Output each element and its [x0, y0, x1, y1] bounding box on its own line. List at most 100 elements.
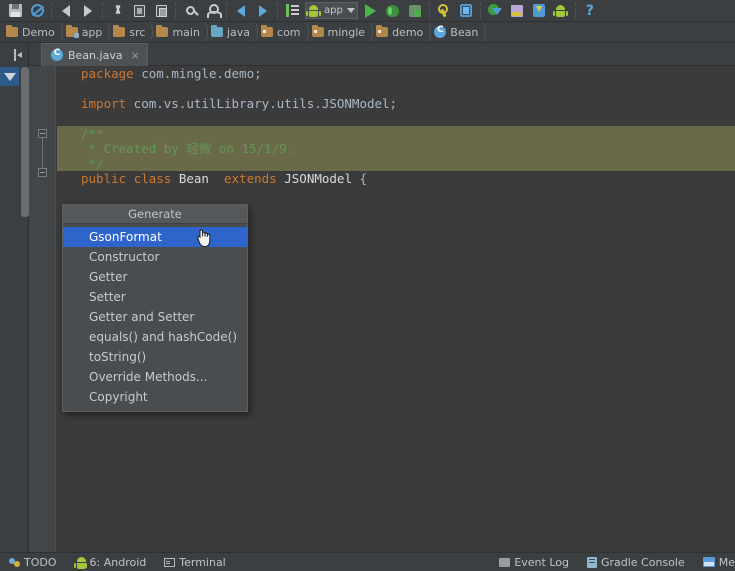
breadcrumb-label: demo — [392, 25, 424, 39]
forward-icon[interactable] — [252, 1, 274, 21]
filter-dropdown-button[interactable] — [0, 67, 19, 86]
breadcrumb-item-mingle[interactable]: mingle — [308, 22, 374, 42]
android-monitor-icon[interactable] — [506, 1, 528, 21]
terminal-icon — [164, 557, 176, 567]
folder-icon — [113, 25, 126, 37]
cut-icon[interactable] — [106, 1, 128, 21]
intellij-idea-window: app ? Demo app src main java com mingle … — [0, 0, 735, 571]
triangle-down-icon — [3, 72, 16, 81]
sync-icon[interactable] — [26, 1, 48, 21]
toolbar-separator — [428, 2, 430, 19]
code-fold-line — [42, 138, 43, 168]
status-item-android[interactable]: 6: Android — [66, 553, 156, 571]
code-fold-open-icon[interactable] — [38, 129, 47, 138]
menu-item-gsonformat[interactable]: GsonFormat — [63, 227, 247, 247]
paste-icon[interactable] — [150, 1, 172, 21]
breadcrumb-label: main — [172, 25, 200, 39]
menu-item-equals-and-hashcode[interactable]: equals() and hashCode() — [63, 327, 247, 347]
help-icon[interactable]: ? — [579, 1, 601, 21]
token-text: com.mingle.demo; — [133, 66, 262, 81]
sdk-manager-icon[interactable] — [484, 1, 506, 21]
code-line-comment: */ — [57, 156, 735, 171]
token-comment: */ — [81, 156, 104, 171]
close-icon[interactable]: × — [131, 50, 140, 61]
run-configuration-selector[interactable]: app — [305, 2, 358, 19]
menu-item-copyright[interactable]: Copyright — [63, 387, 247, 407]
folder-icon — [156, 25, 169, 37]
breadcrumb-label: com — [277, 25, 301, 39]
toolbar-separator — [102, 2, 103, 19]
breadcrumb-separator — [478, 23, 487, 41]
status-bar: TODO 6: Android Terminal Event Log Gradl… — [0, 552, 735, 571]
menu-item-override-methods[interactable]: Override Methods... — [63, 367, 247, 387]
breadcrumb-item-app[interactable]: app — [62, 22, 111, 42]
run-icon[interactable] — [360, 1, 382, 21]
menu-item-getter-and-setter[interactable]: Getter and Setter — [63, 307, 247, 327]
todo-icon — [9, 557, 20, 567]
breadcrumb-label: app — [81, 25, 103, 39]
status-item-memory[interactable]: Me — [694, 553, 735, 571]
android-icon — [306, 4, 321, 17]
package-folder-icon — [261, 25, 274, 37]
run-configuration-label: app — [324, 5, 343, 16]
breadcrumb-item-bean[interactable]: Bean — [430, 22, 487, 42]
breadcrumb-label: src — [129, 25, 146, 39]
breadcrumb-item-demo-pkg[interactable]: demo — [372, 22, 432, 42]
status-label: TODO — [24, 555, 57, 569]
token-keyword: public — [81, 171, 127, 186]
class-icon — [434, 25, 447, 38]
code-fold-close-icon[interactable] — [38, 168, 47, 177]
menu-item-setter[interactable]: Setter — [63, 287, 247, 307]
undo-icon[interactable] — [55, 1, 77, 21]
token-text: com.vs.utilLibrary.utils.JSONModel; — [126, 96, 398, 111]
event-log-icon — [499, 557, 511, 567]
menu-item-tostring[interactable]: toString() — [63, 347, 247, 367]
android-device-icon[interactable] — [550, 1, 572, 21]
breadcrumb-item-demo[interactable]: Demo — [2, 22, 63, 42]
run-coverage-icon[interactable] — [404, 1, 426, 21]
breadcrumb-item-java[interactable]: java — [207, 22, 259, 42]
find-icon[interactable] — [179, 1, 201, 21]
token-comment: /** — [81, 126, 104, 141]
tab-bean-java[interactable]: Bean.java × — [41, 43, 148, 66]
tab-label: Bean.java — [68, 48, 123, 62]
project-scrollbar[interactable] — [21, 67, 29, 217]
code-line-comment: /** — [57, 126, 735, 141]
status-item-todo[interactable]: TODO — [0, 553, 66, 571]
code-line-comment: * Created by 轻微 on 15/1/9. — [57, 141, 735, 156]
debug-icon[interactable] — [382, 1, 404, 21]
save-all-icon[interactable] — [4, 1, 26, 21]
breadcrumb-label: Bean — [450, 25, 479, 39]
menu-item-getter[interactable]: Getter — [63, 267, 247, 287]
main-toolbar: app ? — [0, 0, 735, 22]
gradle-console-icon — [586, 556, 597, 568]
breadcrumb-item-com[interactable]: com — [257, 22, 309, 42]
status-item-event-log[interactable]: Event Log — [490, 553, 578, 571]
status-item-terminal[interactable]: Terminal — [155, 553, 235, 571]
status-item-gradle-console[interactable]: Gradle Console — [578, 553, 694, 571]
menu-item-constructor[interactable]: Constructor — [63, 247, 247, 267]
chevron-down-icon[interactable] — [346, 8, 355, 13]
breadcrumb-item-main[interactable]: main — [152, 22, 208, 42]
breadcrumb-item-src[interactable]: src — [109, 22, 154, 42]
hide-panel-icon[interactable] — [14, 48, 27, 61]
structure-icon[interactable] — [281, 1, 303, 21]
breadcrumb-label: Demo — [22, 25, 55, 39]
status-label: Me — [718, 555, 735, 569]
project-icon — [6, 25, 18, 37]
avd-manager-icon[interactable] — [455, 1, 477, 21]
popup-title: Generate — [63, 205, 247, 224]
token-keyword: class — [133, 171, 172, 186]
toolbar-separator — [479, 2, 481, 19]
token-brace: { — [351, 171, 368, 186]
project-structure-icon[interactable] — [433, 1, 455, 21]
update-icon[interactable] — [528, 1, 550, 21]
redo-icon[interactable] — [77, 1, 99, 21]
copy-icon[interactable] — [128, 1, 150, 21]
source-folder-icon — [210, 25, 223, 37]
back-icon[interactable] — [230, 1, 252, 21]
find-usages-icon[interactable] — [201, 1, 223, 21]
token-classname: JSONModel — [284, 171, 352, 186]
